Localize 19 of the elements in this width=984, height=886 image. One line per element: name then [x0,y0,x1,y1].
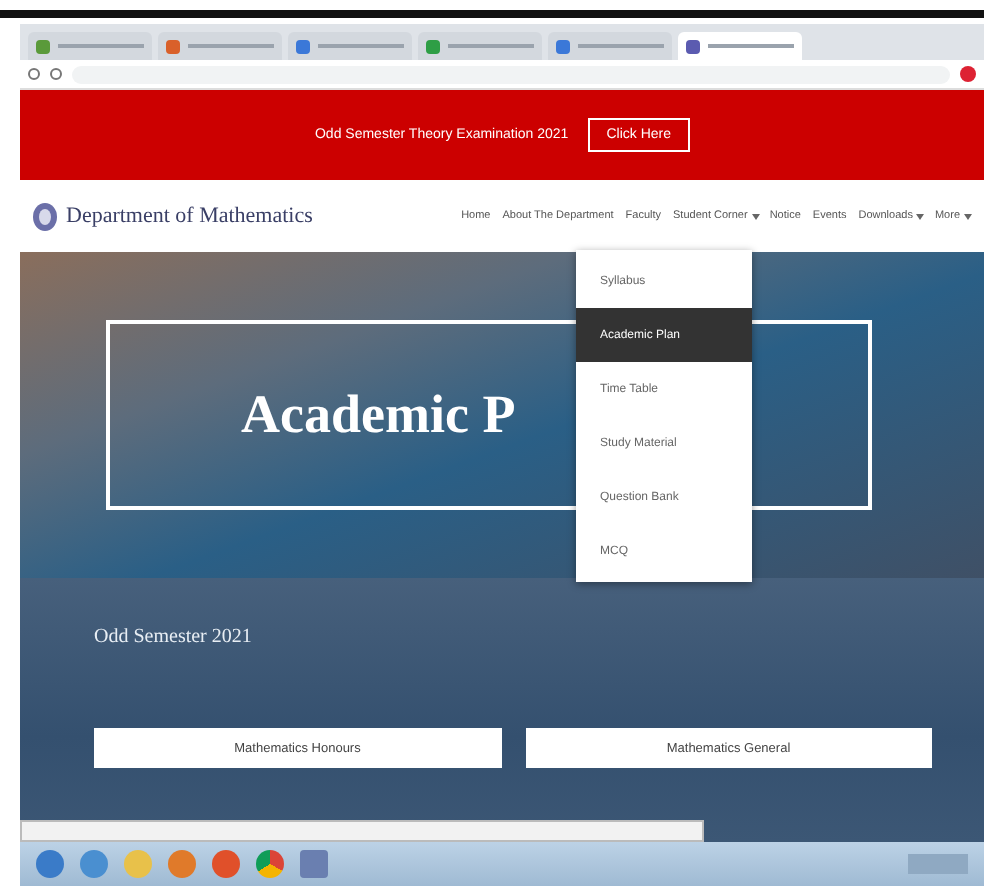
browser-tab[interactable] [288,32,412,60]
system-tray [908,854,968,874]
browser-tab[interactable] [548,32,672,60]
back-icon[interactable] [28,68,40,80]
browser-tab[interactable] [158,32,282,60]
app-icon[interactable] [80,850,108,878]
reload-icon[interactable] [50,68,62,80]
browser-icon[interactable] [256,850,284,878]
browser-tab[interactable] [28,32,152,60]
app-icon[interactable] [168,850,196,878]
hero-title: Academic P [241,384,516,446]
browser-tab[interactable] [678,32,802,60]
start-icon[interactable] [36,850,64,878]
site-title: Department of Mathematics [66,204,313,228]
semester-heading: Odd Semester 2021 [94,626,254,648]
app-icon[interactable] [212,850,240,878]
profile-icon[interactable] [960,66,976,82]
browser-tab[interactable] [418,32,542,60]
logo-icon [32,201,58,231]
